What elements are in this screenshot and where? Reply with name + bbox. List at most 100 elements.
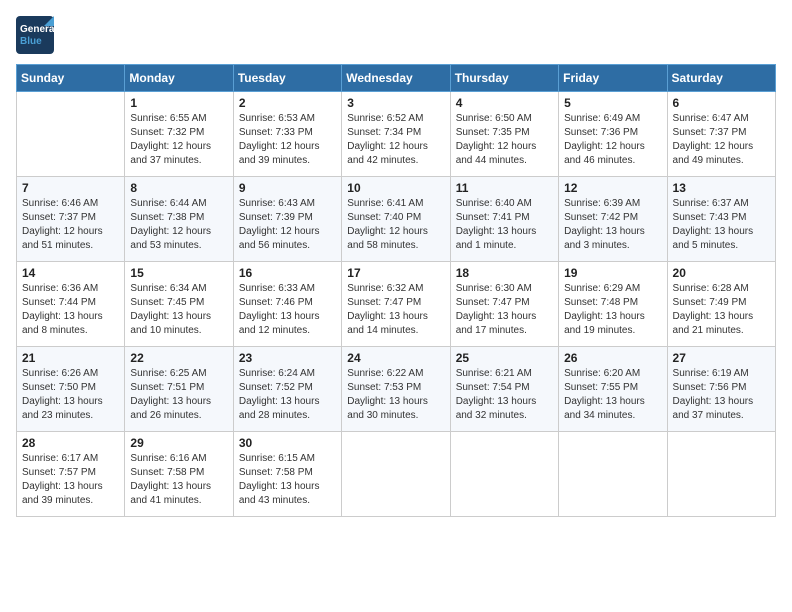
calendar-cell: 18 Sunrise: 6:30 AM Sunset: 7:47 PM Dayli… xyxy=(450,262,558,347)
day-number: 19 xyxy=(564,266,661,280)
calendar-cell: 26 Sunrise: 6:20 AM Sunset: 7:55 PM Dayli… xyxy=(559,347,667,432)
calendar-cell: 13 Sunrise: 6:37 AM Sunset: 7:43 PM Dayli… xyxy=(667,177,775,262)
calendar-table: SundayMondayTuesdayWednesdayThursdayFrid… xyxy=(16,64,776,517)
day-info: Sunrise: 6:17 AM Sunset: 7:57 PM Dayligh… xyxy=(22,452,119,508)
day-number: 20 xyxy=(673,266,770,280)
day-info: Sunrise: 6:26 AM Sunset: 7:50 PM Dayligh… xyxy=(22,367,119,423)
calendar-cell xyxy=(17,92,125,177)
calendar-cell: 16 Sunrise: 6:33 AM Sunset: 7:46 PM Dayli… xyxy=(233,262,341,347)
day-info: Sunrise: 6:20 AM Sunset: 7:55 PM Dayligh… xyxy=(564,367,661,423)
calendar-cell: 7 Sunrise: 6:46 AM Sunset: 7:37 PM Daylig… xyxy=(17,177,125,262)
calendar-cell: 9Sunrise: 6:43 AM Sunset: 7:39 PM Daylig… xyxy=(233,177,341,262)
calendar-cell: 12 Sunrise: 6:39 AM Sunset: 7:42 PM Dayli… xyxy=(559,177,667,262)
day-number: 17 xyxy=(347,266,444,280)
day-info: Sunrise: 6:28 AM Sunset: 7:49 PM Dayligh… xyxy=(673,282,770,338)
calendar-cell xyxy=(450,432,558,517)
weekday-header: Monday xyxy=(125,65,233,92)
calendar-cell: 21 Sunrise: 6:26 AM Sunset: 7:50 PM Dayli… xyxy=(17,347,125,432)
calendar-cell: 14Sunrise: 6:36 AM Sunset: 7:44 PM Dayli… xyxy=(17,262,125,347)
day-number: 1 xyxy=(130,96,227,110)
day-info: Sunrise: 6:25 AM Sunset: 7:51 PM Dayligh… xyxy=(130,367,227,423)
day-number: 16 xyxy=(239,266,336,280)
calendar-cell: 25 Sunrise: 6:21 AM Sunset: 7:54 PM Dayli… xyxy=(450,347,558,432)
weekday-header: Saturday xyxy=(667,65,775,92)
logo-icon: General Blue xyxy=(16,16,54,54)
calendar-cell: 24Sunrise: 6:22 AM Sunset: 7:53 PM Dayli… xyxy=(342,347,450,432)
day-number: 24 xyxy=(347,351,444,365)
day-number: 13 xyxy=(673,181,770,195)
calendar-cell: 10 Sunrise: 6:41 AM Sunset: 7:40 PM Dayli… xyxy=(342,177,450,262)
day-number: 10 xyxy=(347,181,444,195)
calendar-cell xyxy=(559,432,667,517)
weekday-header: Wednesday xyxy=(342,65,450,92)
calendar-cell: 22 Sunrise: 6:25 AM Sunset: 7:51 PM Dayli… xyxy=(125,347,233,432)
day-number: 11 xyxy=(456,181,553,195)
calendar-cell: 4Sunrise: 6:50 AM Sunset: 7:35 PM Daylig… xyxy=(450,92,558,177)
day-number: 8 xyxy=(130,181,227,195)
calendar-cell: 2 Sunrise: 6:53 AM Sunset: 7:33 PM Daylig… xyxy=(233,92,341,177)
day-info: Sunrise: 6:16 AM Sunset: 7:58 PM Dayligh… xyxy=(130,452,227,508)
day-number: 18 xyxy=(456,266,553,280)
svg-text:Blue: Blue xyxy=(20,36,42,47)
day-info: Sunrise: 6:21 AM Sunset: 7:54 PM Dayligh… xyxy=(456,367,553,423)
day-info: Sunrise: 6:43 AM Sunset: 7:39 PM Dayligh… xyxy=(239,197,336,253)
day-number: 3 xyxy=(347,96,444,110)
day-info: Sunrise: 6:39 AM Sunset: 7:42 PM Dayligh… xyxy=(564,197,661,253)
day-info: Sunrise: 6:49 AM Sunset: 7:36 PM Dayligh… xyxy=(564,112,661,168)
calendar-cell: 11 Sunrise: 6:40 AM Sunset: 7:41 PM Dayli… xyxy=(450,177,558,262)
day-number: 2 xyxy=(239,96,336,110)
day-info: Sunrise: 6:50 AM Sunset: 7:35 PM Dayligh… xyxy=(456,112,553,168)
weekday-header: Friday xyxy=(559,65,667,92)
day-number: 28 xyxy=(22,436,119,450)
day-info: Sunrise: 6:34 AM Sunset: 7:45 PM Dayligh… xyxy=(130,282,227,338)
day-info: Sunrise: 6:44 AM Sunset: 7:38 PM Dayligh… xyxy=(130,197,227,253)
calendar-cell: 27Sunrise: 6:19 AM Sunset: 7:56 PM Dayli… xyxy=(667,347,775,432)
day-number: 5 xyxy=(564,96,661,110)
calendar-week-row: 14Sunrise: 6:36 AM Sunset: 7:44 PM Dayli… xyxy=(17,262,776,347)
day-info: Sunrise: 6:55 AM Sunset: 7:32 PM Dayligh… xyxy=(130,112,227,168)
day-info: Sunrise: 6:15 AM Sunset: 7:58 PM Dayligh… xyxy=(239,452,336,508)
day-number: 30 xyxy=(239,436,336,450)
day-number: 7 xyxy=(22,181,119,195)
day-info: Sunrise: 6:41 AM Sunset: 7:40 PM Dayligh… xyxy=(347,197,444,253)
day-number: 25 xyxy=(456,351,553,365)
calendar-week-row: 7 Sunrise: 6:46 AM Sunset: 7:37 PM Daylig… xyxy=(17,177,776,262)
day-number: 22 xyxy=(130,351,227,365)
day-number: 29 xyxy=(130,436,227,450)
day-info: Sunrise: 6:53 AM Sunset: 7:33 PM Dayligh… xyxy=(239,112,336,168)
day-number: 23 xyxy=(239,351,336,365)
day-info: Sunrise: 6:52 AM Sunset: 7:34 PM Dayligh… xyxy=(347,112,444,168)
day-number: 14 xyxy=(22,266,119,280)
calendar-cell: 5 Sunrise: 6:49 AM Sunset: 7:36 PM Daylig… xyxy=(559,92,667,177)
calendar-cell: 6Sunrise: 6:47 AM Sunset: 7:37 PM Daylig… xyxy=(667,92,775,177)
day-info: Sunrise: 6:29 AM Sunset: 7:48 PM Dayligh… xyxy=(564,282,661,338)
logo: General Blue xyxy=(16,16,54,54)
calendar-cell: 20 Sunrise: 6:28 AM Sunset: 7:49 PM Dayli… xyxy=(667,262,775,347)
weekday-header: Tuesday xyxy=(233,65,341,92)
day-number: 21 xyxy=(22,351,119,365)
calendar-cell: 28 Sunrise: 6:17 AM Sunset: 7:57 PM Dayli… xyxy=(17,432,125,517)
day-info: Sunrise: 6:19 AM Sunset: 7:56 PM Dayligh… xyxy=(673,367,770,423)
calendar-cell: 17 Sunrise: 6:32 AM Sunset: 7:47 PM Dayli… xyxy=(342,262,450,347)
day-number: 12 xyxy=(564,181,661,195)
day-info: Sunrise: 6:47 AM Sunset: 7:37 PM Dayligh… xyxy=(673,112,770,168)
day-info: Sunrise: 6:37 AM Sunset: 7:43 PM Dayligh… xyxy=(673,197,770,253)
day-info: Sunrise: 6:33 AM Sunset: 7:46 PM Dayligh… xyxy=(239,282,336,338)
day-number: 26 xyxy=(564,351,661,365)
calendar-cell xyxy=(667,432,775,517)
calendar-cell: 19 Sunrise: 6:29 AM Sunset: 7:48 PM Dayli… xyxy=(559,262,667,347)
calendar-cell: 29 Sunrise: 6:16 AM Sunset: 7:58 PM Dayli… xyxy=(125,432,233,517)
calendar-cell: 30 Sunrise: 6:15 AM Sunset: 7:58 PM Dayli… xyxy=(233,432,341,517)
weekday-header: Sunday xyxy=(17,65,125,92)
day-info: Sunrise: 6:30 AM Sunset: 7:47 PM Dayligh… xyxy=(456,282,553,338)
calendar-cell: 8 Sunrise: 6:44 AM Sunset: 7:38 PM Daylig… xyxy=(125,177,233,262)
calendar-cell: 1 Sunrise: 6:55 AM Sunset: 7:32 PM Daylig… xyxy=(125,92,233,177)
page-header: General Blue xyxy=(16,16,776,54)
day-info: Sunrise: 6:40 AM Sunset: 7:41 PM Dayligh… xyxy=(456,197,553,253)
day-info: Sunrise: 6:46 AM Sunset: 7:37 PM Dayligh… xyxy=(22,197,119,253)
day-info: Sunrise: 6:32 AM Sunset: 7:47 PM Dayligh… xyxy=(347,282,444,338)
weekday-header: Thursday xyxy=(450,65,558,92)
calendar-header: SundayMondayTuesdayWednesdayThursdayFrid… xyxy=(17,65,776,92)
day-info: Sunrise: 6:24 AM Sunset: 7:52 PM Dayligh… xyxy=(239,367,336,423)
calendar-cell: 15Sunrise: 6:34 AM Sunset: 7:45 PM Dayli… xyxy=(125,262,233,347)
